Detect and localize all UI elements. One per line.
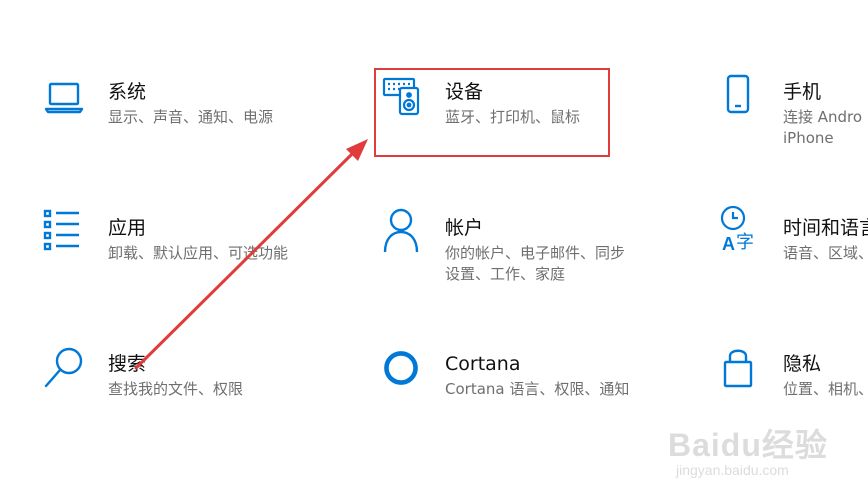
- tile-privacy[interactable]: 隐私 位置、相机、: [720, 349, 868, 422]
- tile-privacy-title: 隐私: [783, 353, 822, 375]
- tile-phone-desc-line1: 连接 Andro: [783, 108, 863, 126]
- tile-phone-desc-line2: iPhone: [783, 129, 834, 147]
- search-icon: [44, 347, 88, 396]
- settings-home: 系统 显示、声音、通知、电源 设备 蓝牙、打印机、鼠标 手机 连接 Andro: [0, 0, 868, 499]
- person-icon: [383, 208, 427, 258]
- tile-accounts-title: 帐户: [445, 217, 484, 239]
- watermark-url: jingyan.baidu.com: [676, 462, 789, 478]
- tile-phone[interactable]: 手机 连接 Andro iPhone: [720, 74, 868, 158]
- watermark-logo: Baidu经验: [668, 427, 828, 463]
- tile-accounts[interactable]: 帐户 你的帐户、电子邮件、同步 设置、工作、家庭: [383, 208, 683, 294]
- laptop-icon: [44, 78, 88, 122]
- svg-text:A: A: [722, 234, 735, 254]
- tile-devices[interactable]: 设备 蓝牙、打印机、鼠标: [382, 77, 603, 148]
- tile-search-title: 搜索: [108, 353, 147, 375]
- tile-cortana-title: Cortana: [445, 353, 521, 375]
- tile-accounts-desc-line2: 设置、工作、家庭: [445, 265, 566, 283]
- cortana-icon: [383, 351, 427, 396]
- tile-apps-title: 应用: [108, 217, 147, 239]
- tile-devices-desc: 蓝牙、打印机、鼠标: [445, 108, 581, 126]
- tile-apps-desc: 卸载、默认应用、可选功能: [108, 244, 289, 262]
- tile-accounts-desc-line1: 你的帐户、电子邮件、同步: [445, 244, 626, 262]
- svg-text:字: 字: [736, 232, 754, 253]
- tile-cortana[interactable]: Cortana Cortana 语言、权限、通知: [383, 351, 683, 422]
- tile-devices-title: 设备: [445, 81, 484, 103]
- lock-icon: [720, 349, 764, 396]
- devices-icon: [382, 77, 427, 122]
- phone-icon: [720, 74, 764, 122]
- apps-list-icon: [43, 209, 88, 258]
- tile-time-language[interactable]: A 字 时间和语言 语音、区域、: [720, 205, 868, 284]
- tile-cortana-desc: Cortana 语言、权限、通知: [445, 380, 630, 398]
- tile-system-desc: 显示、声音、通知、电源: [108, 108, 274, 126]
- tile-apps[interactable]: 应用 卸载、默认应用、可选功能: [43, 209, 344, 284]
- tile-system-title: 系统: [108, 81, 147, 103]
- tile-phone-title: 手机: [783, 81, 822, 103]
- time-language-icon: A 字: [720, 205, 764, 258]
- tile-search-desc: 查找我的文件、权限: [108, 380, 244, 398]
- tile-time-language-title: 时间和语言: [783, 217, 868, 239]
- tile-search[interactable]: 搜索 查找我的文件、权限: [44, 347, 344, 422]
- tile-time-language-desc: 语音、区域、: [783, 244, 868, 262]
- tile-system[interactable]: 系统 显示、声音、通知、电源: [44, 78, 344, 148]
- tile-privacy-desc: 位置、相机、: [783, 380, 868, 398]
